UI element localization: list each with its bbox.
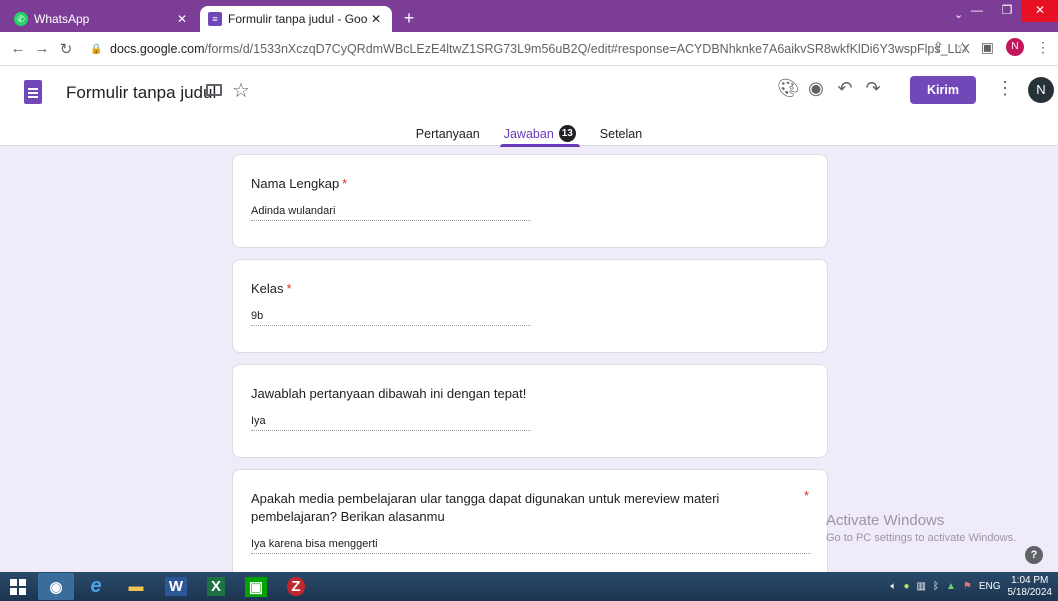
question-text: Jawablah pertanyaan dibawah ini dengan t… [251,385,791,403]
lock-icon: 🔒 [90,43,103,55]
url-path: /forms/d/1533nXczqD7CyQRdmWBcLEzE4ltwZ1S… [204,42,970,56]
language-indicator[interactable]: ENG [979,581,1001,592]
response-card: Nama Lengkap * Adinda wulandari [232,154,828,248]
bookmark-star-icon[interactable]: ☆ [956,39,969,56]
tab-label: Jawaban [503,126,554,141]
forward-icon[interactable]: → [30,40,54,57]
watermark-title: Activate Windows [826,512,945,529]
whatsapp-icon: ✆ [14,12,28,26]
excel-icon[interactable]: X [198,573,234,600]
close-tab-icon[interactable]: ✕ [174,12,190,26]
undo-icon[interactable]: ↶ [834,78,856,99]
volume-icon[interactable]: 🔈︎ [890,581,896,592]
tab-google-forms[interactable]: ≡ Formulir tanpa judul - Google Fo ✕ [200,6,392,32]
answer-text: Iya [251,415,531,431]
watermark-subtitle: Go to PC settings to activate Windows. [826,532,1017,544]
question-label: Jawablah pertanyaan dibawah ini dengan t… [251,386,527,401]
signal-icon[interactable]: ▲ [946,581,956,592]
question-text: Kelas * [251,280,791,298]
clock-date: 5/18/2024 [1007,586,1053,598]
response-card: Kelas * 9b [232,259,828,353]
start-button[interactable] [0,572,36,601]
side-panel-icon[interactable]: ▣ [981,39,994,56]
help-icon[interactable]: ? [1025,546,1043,564]
tab-label: Setelan [599,126,643,141]
form-tabs: Pertanyaan Jawaban 13 Setelan [0,121,1058,147]
internet-explorer-icon[interactable]: e [78,573,114,600]
url-host: docs.google.com [110,42,205,56]
forms-header: Formulir tanpa judul ☆ 🎨︎ ◉ ↶ ↷ Kirim ⋮ … [0,66,1058,147]
clock[interactable]: 1:04 PM 5/18/2024 [1008,575,1053,599]
close-tab-icon[interactable]: ✕ [368,12,384,26]
required-asterisk: * [342,176,348,191]
url-text: docs.google.com/forms/d/1533nXczqD7CyQRd… [110,42,970,56]
folder-icon[interactable] [206,84,222,96]
response-count-badge: 13 [558,125,576,142]
browser-tab-strip: ✆ WhatsApp ✕ ≡ Formulir tanpa judul - Go… [0,0,1058,32]
profile-avatar[interactable]: N [1006,38,1024,56]
reload-icon[interactable]: ↻ [54,40,78,58]
activate-windows-watermark: Activate Windows Go to PC settings to ac… [826,512,1016,544]
response-card: Jawablah pertanyaan dibawah ini dengan t… [232,364,828,458]
question-text: Apakah media pembelajaran ular tangga da… [251,490,791,526]
required-asterisk: * [286,281,292,296]
back-icon[interactable]: ← [6,40,30,57]
share-icon[interactable]: ⇪ [932,39,944,56]
window-controls: — ❐ ✕ [962,0,1058,22]
tab-settings[interactable]: Setelan [592,121,650,146]
answer-text: Iya karena bisa menggerti [251,538,811,554]
close-window-icon[interactable]: ✕ [1022,0,1058,22]
answer-text: 9b [251,310,531,326]
form-title[interactable]: Formulir tanpa judul [66,83,216,103]
clock-time: 1:04 PM [1011,574,1049,586]
browser-toolbar: ← → ↻ 🔒 docs.google.com/forms/d/1533nXcz… [0,32,1058,66]
question-text: Nama Lengkap * [251,175,791,193]
more-options-icon[interactable]: ⋮ [996,78,1014,99]
star-icon[interactable]: ☆ [232,78,250,103]
minimize-icon[interactable]: — [962,0,992,22]
system-tray: 🔈︎ ● ▥ ᛒ ▲ ⚑ ENG 1:04 PM 5/18/2024 [890,572,1052,601]
browser-menu-icon[interactable]: ⋮ [1036,39,1050,56]
preview-eye-icon[interactable]: ◉ [805,78,827,99]
chrome-icon[interactable]: ◉ [38,573,74,600]
store-icon[interactable]: ▣ [238,573,274,600]
account-avatar[interactable]: N [1028,77,1054,103]
restore-icon[interactable]: ❐ [992,0,1022,22]
tab-label: Pertanyaan [415,126,480,141]
tab-whatsapp[interactable]: ✆ WhatsApp ✕ [6,6,198,32]
network-icon[interactable]: ▥ [917,581,926,592]
question-label: Kelas [251,281,284,296]
answer-text: Adinda wulandari [251,205,531,221]
address-bar[interactable]: 🔒 docs.google.com/forms/d/1533nXczqD7CyQ… [90,36,970,62]
flag-icon[interactable]: ⚑ [963,581,972,592]
question-label: Apakah media pembelajaran ular tangga da… [251,491,720,524]
tab-responses[interactable]: Jawaban 13 [496,121,584,147]
app-icon[interactable]: Z [278,573,314,600]
file-explorer-icon[interactable]: ▬ [118,573,154,600]
windows-logo-icon [10,578,26,595]
toolbar-actions: ⇪ ☆ ▣ N ⋮ [932,38,1050,56]
response-card: Apakah media pembelajaran ular tangga da… [232,469,828,579]
question-label: Nama Lengkap [251,176,340,191]
word-icon[interactable]: W [158,573,194,600]
circle-app-icon[interactable]: ● [903,581,909,592]
redo-icon[interactable]: ↷ [862,78,884,99]
new-tab-button[interactable]: + [398,8,420,30]
send-button[interactable]: Kirim [910,76,976,104]
google-forms-icon: ≡ [208,12,222,26]
windows-taskbar: ◉ e ▬ W X ▣ Z 🔈︎ ● ▥ ᛒ ▲ ⚑ ENG 1:04 PM 5… [0,572,1058,601]
bluetooth-icon[interactable]: ᛒ [933,581,939,592]
google-forms-logo-icon[interactable] [24,80,42,104]
palette-icon[interactable]: 🎨︎ [777,78,800,99]
required-asterisk: * [803,488,809,503]
tab-title: WhatsApp [34,12,90,26]
tab-questions[interactable]: Pertanyaan [408,121,488,146]
tab-title: Formulir tanpa judul - Google Fo [228,12,368,26]
